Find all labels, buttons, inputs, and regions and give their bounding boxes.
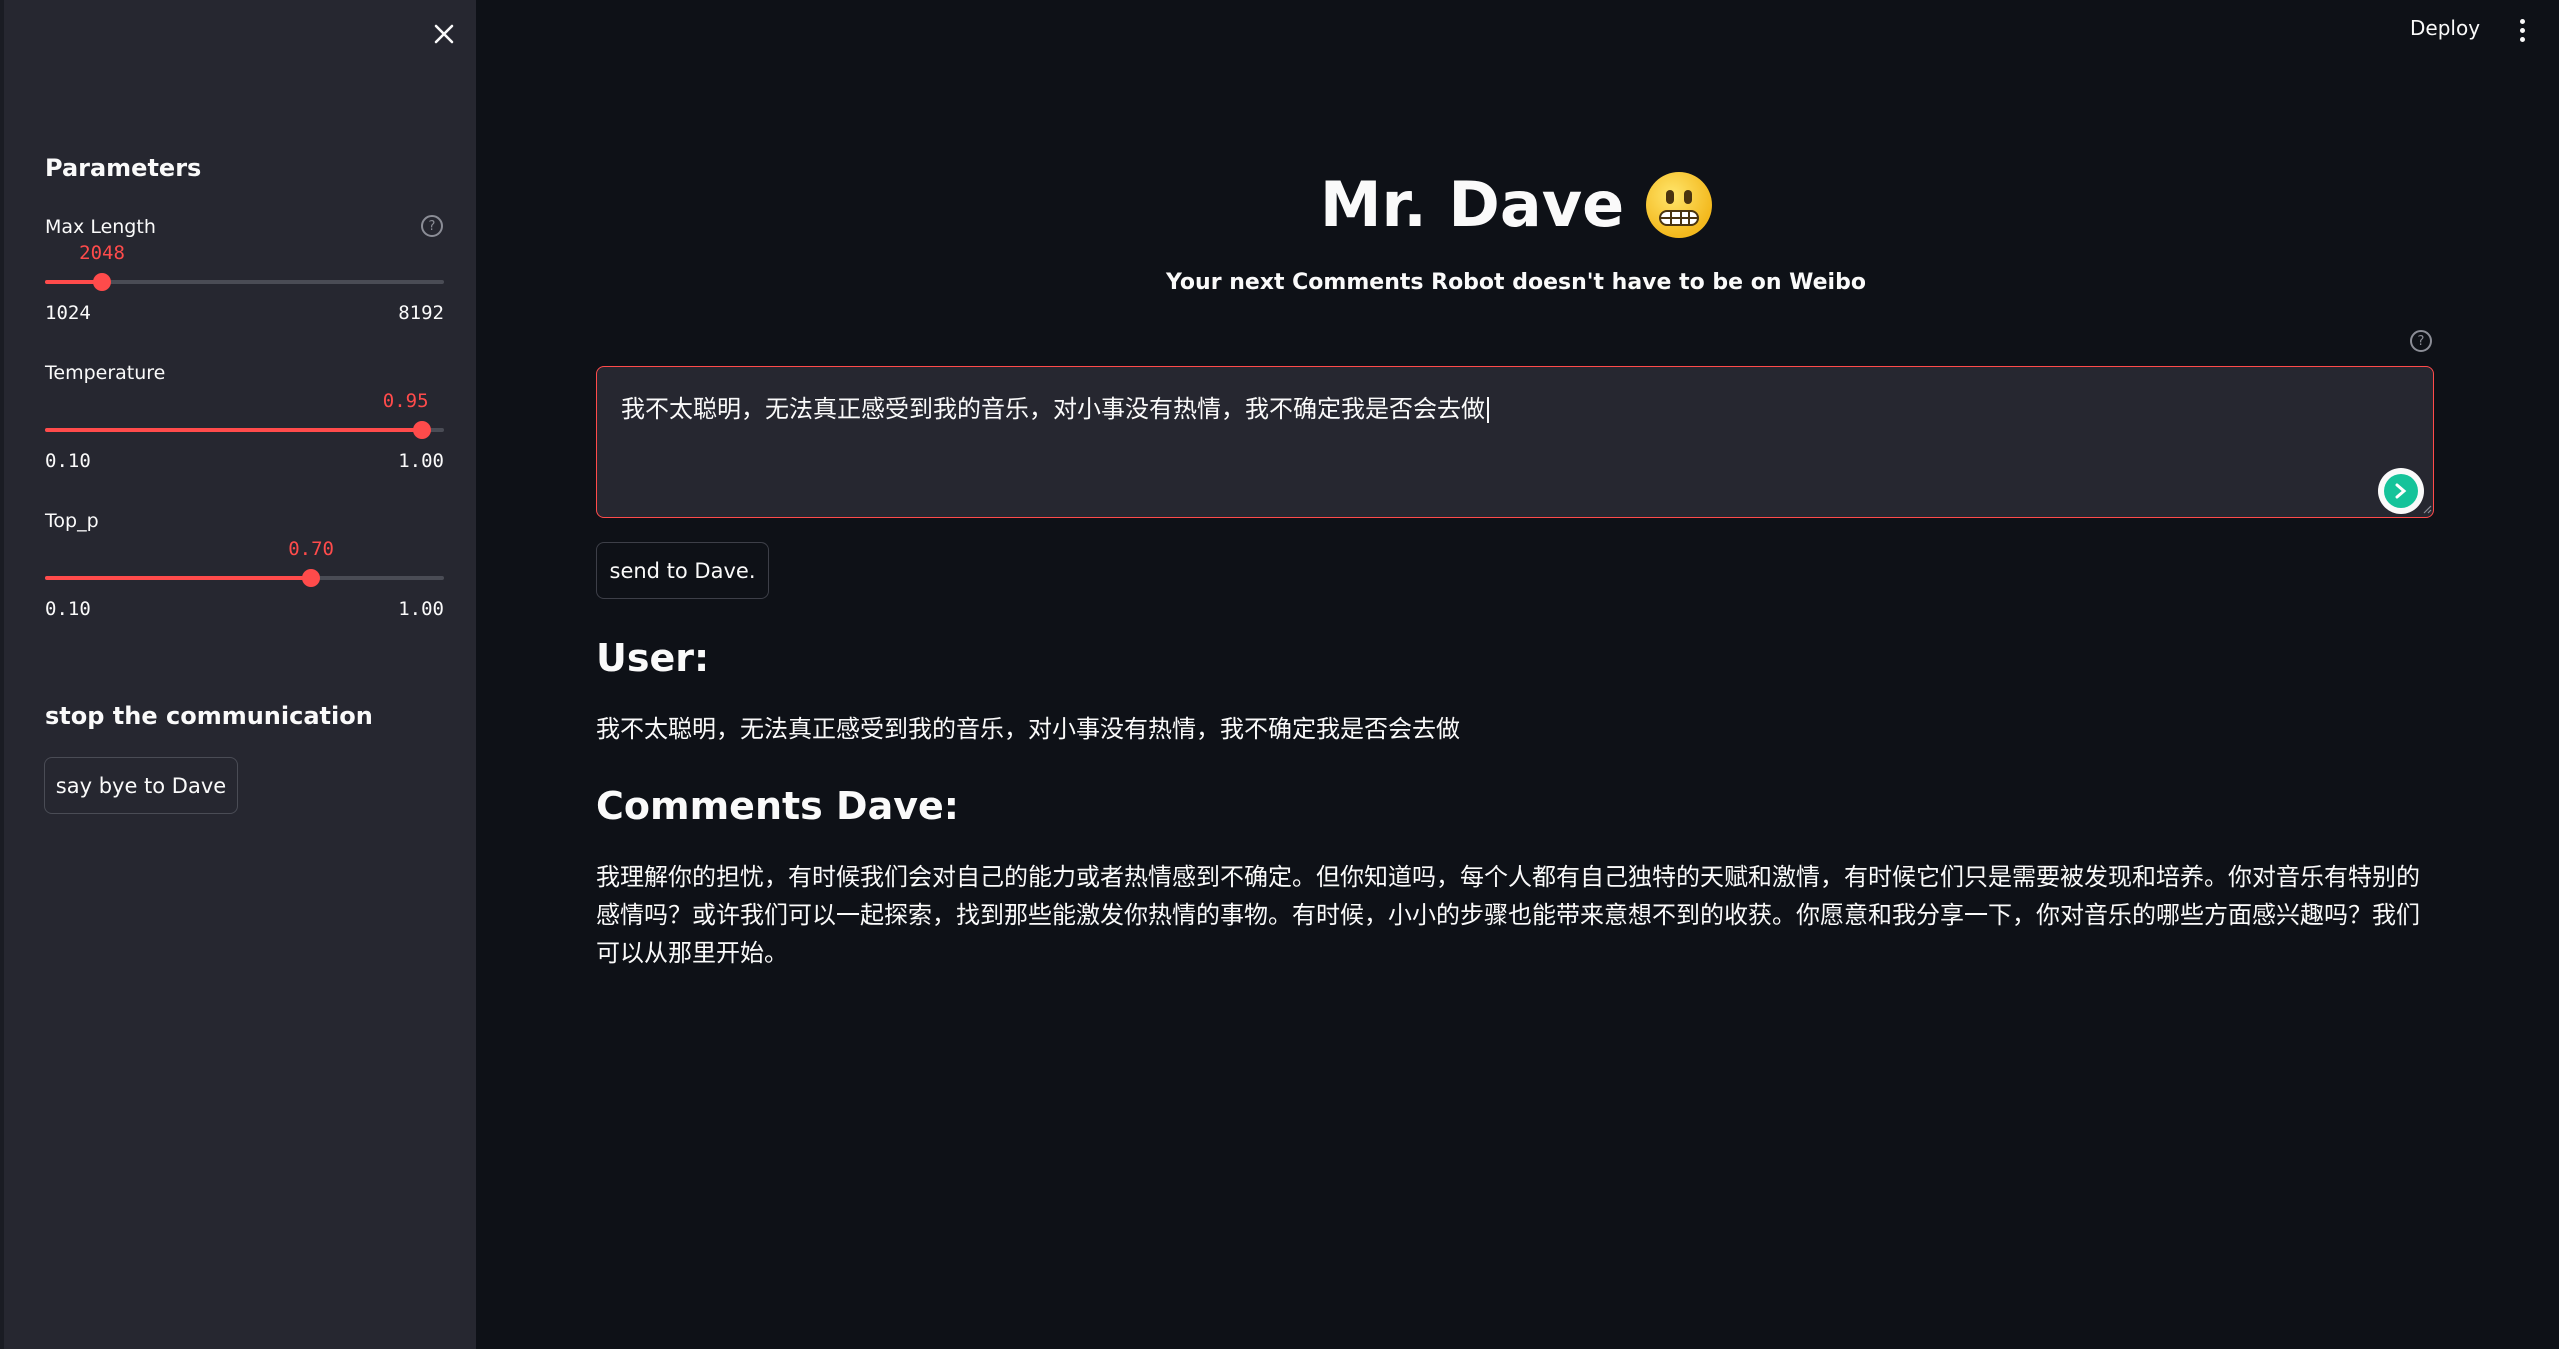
page-title: Mr. Dave (596, 168, 2436, 241)
slider-thumb[interactable] (302, 569, 321, 587)
temperature-slider[interactable]: 0.95 (45, 390, 444, 440)
page-subtitle: Your next Comments Robot doesn't have to… (1166, 270, 1866, 295)
slider-max: 1.00 (398, 598, 444, 620)
top-p-range: 0.10 1.00 (45, 598, 444, 620)
slider-thumb[interactable] (93, 273, 112, 291)
max-length-slider[interactable]: 2048 (45, 242, 444, 292)
send-button[interactable]: send to Dave. (596, 542, 769, 599)
dave-heading: Comments Dave: (596, 784, 959, 828)
help-icon[interactable]: ? (421, 215, 443, 237)
slider-max: 1.00 (398, 450, 444, 472)
sidebar: Parameters Max Length ? 2048 1024 8192 T… (0, 0, 476, 1349)
slider-min: 0.10 (45, 450, 91, 472)
text-caret (1487, 397, 1489, 423)
top-p-slider[interactable]: 0.70 (45, 538, 444, 588)
message-input[interactable]: 我不太聪明，无法真正感受到我的音乐，对小事没有热情，我不确定我是否会去做 (596, 366, 2434, 518)
slider-fill (45, 576, 312, 580)
slider-value: 2048 (79, 242, 125, 264)
grimacing-emoji-icon (1646, 171, 1713, 238)
kebab-menu-icon[interactable] (2512, 12, 2532, 48)
title-text: Mr. Dave (1319, 168, 1625, 241)
slider-max: 8192 (398, 302, 444, 324)
resize-handle-icon[interactable] (2422, 504, 2432, 514)
deploy-button[interactable]: Deploy (2410, 16, 2480, 40)
user-heading: User: (596, 636, 710, 680)
temperature-range: 0.10 1.00 (45, 450, 444, 472)
close-icon (434, 24, 454, 44)
stop-communication-heading: stop the communication (45, 702, 373, 730)
slider-value: 0.95 (382, 390, 429, 412)
slider-min: 0.10 (45, 598, 91, 620)
grammarly-icon[interactable] (2378, 468, 2424, 514)
help-icon[interactable]: ? (2410, 330, 2432, 352)
dave-message: 我理解你的担忧，有时候我们会对自己的能力或者热情感到不确定。但你知道吗，每个人都… (596, 863, 2420, 967)
close-sidebar-button[interactable] (424, 14, 464, 54)
user-message: 我不太聪明，无法真正感受到我的音乐，对小事没有热情，我不确定我是否会去做 (596, 715, 1460, 743)
slider-value: 0.70 (288, 538, 335, 560)
max-length-label: Max Length (45, 216, 156, 238)
message-input-value: 我不太聪明，无法真正感受到我的音乐，对小事没有热情，我不确定我是否会去做 (621, 395, 1485, 423)
parameters-heading: Parameters (45, 154, 202, 182)
say-bye-button[interactable]: say bye to Dave (44, 757, 238, 814)
app: Parameters Max Length ? 2048 1024 8192 T… (0, 0, 2559, 1349)
slider-thumb[interactable] (412, 421, 431, 439)
temperature-label: Temperature (45, 362, 166, 384)
top-p-label: Top_p (45, 510, 99, 532)
slider-min: 1024 (45, 302, 91, 324)
slider-fill (45, 428, 422, 432)
max-length-range: 1024 8192 (45, 302, 444, 324)
